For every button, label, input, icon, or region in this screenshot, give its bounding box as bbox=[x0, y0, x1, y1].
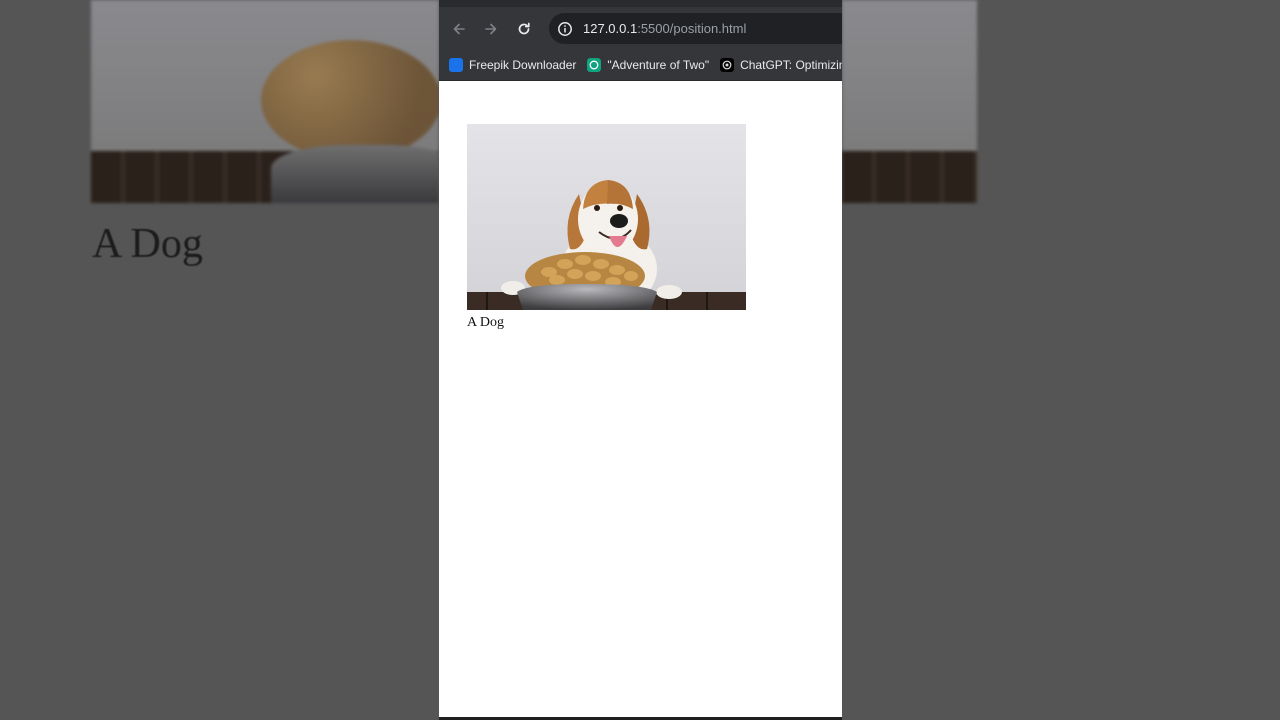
bookmark-freepik-downloader[interactable]: Freepik Downloader bbox=[449, 58, 576, 72]
background-heading: A Dog bbox=[92, 221, 203, 267]
site-info-icon[interactable] bbox=[557, 21, 573, 37]
freepik-icon bbox=[449, 58, 463, 72]
back-button[interactable] bbox=[449, 19, 469, 39]
browser-window: 127.0.0.1:5500/position.html Freepik Dow… bbox=[439, 0, 842, 717]
forward-button[interactable] bbox=[481, 19, 501, 39]
browser-toolbar: 127.0.0.1:5500/position.html bbox=[439, 7, 842, 50]
url-host: 127.0.0.1 bbox=[583, 21, 638, 36]
reload-button[interactable] bbox=[514, 19, 534, 39]
background-right bbox=[842, 0, 1280, 720]
bookmark-label: "Adventure of Two" bbox=[607, 58, 710, 72]
chatgpt-icon bbox=[587, 58, 602, 72]
background-left: A Dog bbox=[0, 0, 439, 720]
openai-icon bbox=[720, 58, 735, 72]
arrow-left-icon bbox=[453, 23, 465, 34]
background-dog-photo bbox=[91, 0, 439, 203]
url-path: :5500/position.html bbox=[637, 21, 747, 36]
background-table-right bbox=[842, 151, 977, 203]
url-text[interactable]: 127.0.0.1:5500/position.html bbox=[583, 21, 746, 36]
arrow-right-icon bbox=[485, 23, 497, 34]
bookmark-label: Freepik Downloader bbox=[469, 58, 577, 72]
page-viewport: A Dog bbox=[439, 81, 842, 717]
dog-photo-illustration bbox=[467, 124, 746, 310]
background-dog-photo-right bbox=[842, 0, 977, 203]
background-kibble bbox=[261, 40, 439, 160]
bookmarks-bar: Freepik Downloader "Adventure of Two" Ch… bbox=[439, 50, 842, 81]
reload-icon bbox=[518, 22, 530, 34]
tab-strip bbox=[439, 0, 842, 7]
background-bowl bbox=[271, 145, 439, 203]
bookmark-adventure-of-two[interactable]: "Adventure of Two" bbox=[587, 58, 709, 72]
dog-image bbox=[467, 124, 746, 310]
address-bar[interactable]: 127.0.0.1:5500/position.html bbox=[549, 13, 842, 44]
bookmark-chatgpt-optimizing[interactable]: ChatGPT: Optimizin... bbox=[720, 58, 842, 72]
bookmark-label: ChatGPT: Optimizin... bbox=[740, 58, 842, 72]
image-caption: A Dog bbox=[467, 315, 504, 330]
